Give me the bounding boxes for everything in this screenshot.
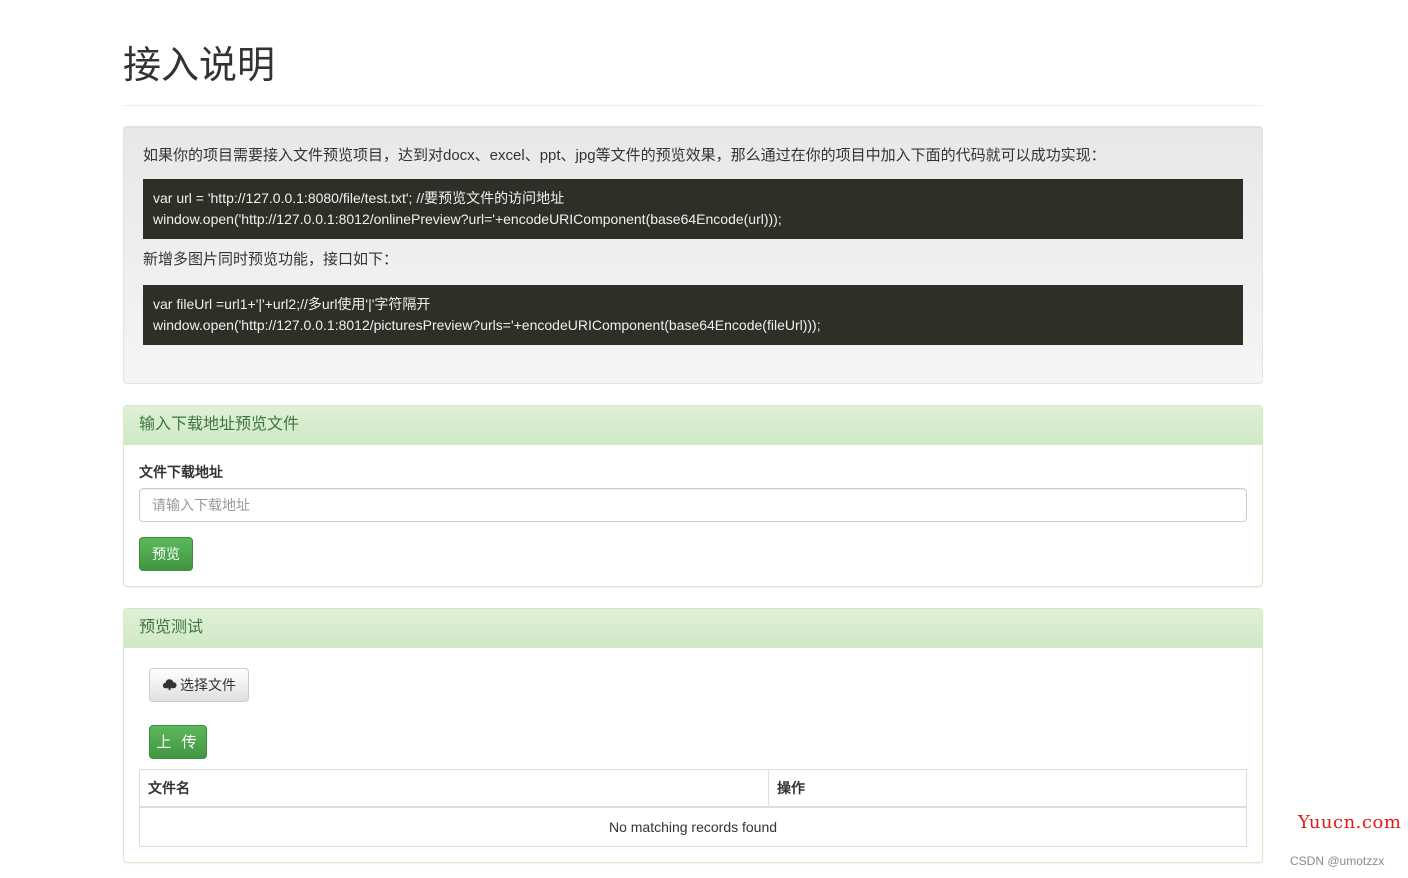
table-row: No matching records found xyxy=(139,806,1247,847)
code-block-single: var url = 'http://127.0.0.1:8080/file/te… xyxy=(143,179,1243,239)
code-line: window.open('http://127.0.0.1:8012/pictu… xyxy=(153,317,821,333)
cloud-upload-icon xyxy=(162,679,177,691)
url-preview-panel: 输入下载地址预览文件 文件下载地址 预览 xyxy=(123,405,1263,587)
intro-well: 如果你的项目需要接入文件预览项目，达到对docx、excel、ppt、jpg等文… xyxy=(123,126,1263,384)
code-block-multi: var fileUrl =url1+'|'+url2;//多url使用'|'字符… xyxy=(143,285,1243,345)
page-title: 接入说明 xyxy=(123,0,1263,106)
column-header-actions[interactable]: 操作 xyxy=(768,769,1247,808)
intro-description: 如果你的项目需要接入文件预览项目，达到对docx、excel、ppt、jpg等文… xyxy=(143,147,1106,164)
preview-test-panel: 预览测试 选择文件 上 传 文件名 操作 No matching records… xyxy=(123,608,1263,863)
csdn-watermark: CSDN @umotzzx xyxy=(1290,854,1385,868)
upload-button[interactable]: 上 传 xyxy=(149,725,207,759)
url-panel-heading: 输入下载地址预览文件 xyxy=(124,406,1262,445)
url-panel-body: 文件下载地址 预览 xyxy=(124,445,1262,586)
column-header-filename[interactable]: 文件名 xyxy=(139,769,769,808)
main-container: 接入说明 如果你的项目需要接入文件预览项目，达到对docx、excel、ppt、… xyxy=(123,0,1263,863)
code-line: var url = 'http://127.0.0.1:8080/file/te… xyxy=(153,190,565,206)
download-url-label: 文件下载地址 xyxy=(139,464,223,480)
file-table: 文件名 操作 No matching records found xyxy=(139,769,1247,847)
test-panel-body: 选择文件 上 传 文件名 操作 No matching records foun… xyxy=(124,648,1262,862)
code-line: var fileUrl =url1+'|'+url2;//多url使用'|'字符… xyxy=(153,296,431,312)
site-watermark: Yuucn.com xyxy=(1298,812,1402,833)
test-panel-heading: 预览测试 xyxy=(124,609,1262,648)
choose-file-label: 选择文件 xyxy=(180,677,236,693)
multi-image-note: 新增多图片同时预览功能，接口如下： xyxy=(143,251,399,268)
choose-file-button[interactable]: 选择文件 xyxy=(149,668,249,702)
preview-button[interactable]: 预览 xyxy=(139,537,193,571)
code-line: window.open('http://127.0.0.1:8012/onlin… xyxy=(153,211,782,227)
empty-message: No matching records found xyxy=(139,806,1247,847)
table-header-row: 文件名 操作 xyxy=(139,769,1247,808)
download-url-input[interactable] xyxy=(139,488,1247,522)
